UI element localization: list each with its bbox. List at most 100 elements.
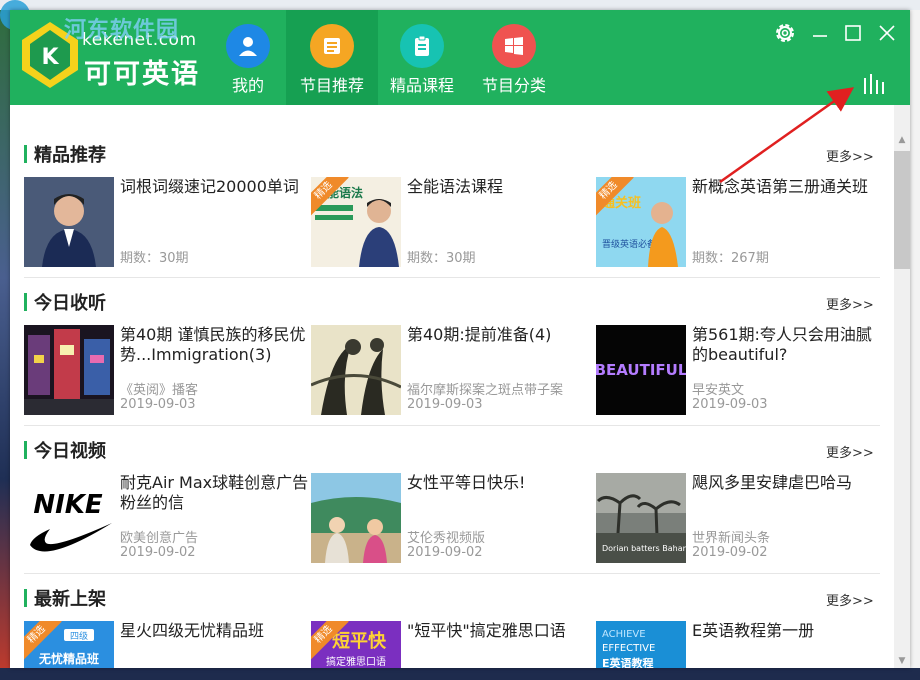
card-episodes: 期数：30期 [120,251,189,266]
section-title: 最新上架 [34,589,106,610]
scrollbar-thumb[interactable] [894,151,910,269]
thumb-text: 无忧精品班 [38,651,99,666]
nav-tab-categories[interactable]: 节目分类 [468,10,560,105]
card-program: 《英阅》播客 [120,383,199,398]
scroll-down-icon[interactable]: ▼ [894,654,910,668]
card-thumbnail: 短平快 搞定雅思口语 精选 [311,621,401,668]
windows-grid-icon [492,24,536,68]
nav-tab-label: 节目分类 [481,76,546,95]
card-date: 2019-09-03 [407,397,483,412]
card-thumbnail: ACHIEVE EFFECTIVE E英语教程 [596,621,686,668]
course-card[interactable]: 全能语法 精选 全能语法课程 期数：30期 [311,177,597,267]
section-title: 今日收听 [34,293,106,314]
desktop-right-strip [910,10,920,680]
more-link[interactable]: 更多>> [826,146,874,165]
course-card[interactable]: 短平快 搞定雅思口语 精选 "短平快"搞定雅思口语 [311,621,597,668]
course-card[interactable]: 词根词缀速记20000单词 期数：30期 [24,177,310,267]
card-program: 艾伦秀视频版 [407,531,486,546]
card-date: 2019-09-02 [692,545,768,560]
app-name: 可可英语 [84,59,200,90]
thumb-text: 四级 [70,630,88,642]
section-title: 精品推荐 [34,145,106,166]
course-card[interactable]: 四级 无忧精品班 精选 星火四级无忧精品班 [24,621,310,668]
desktop-left-strip [0,10,10,680]
list-icon [310,24,354,68]
section-divider [24,425,880,426]
section-divider [24,277,880,278]
card-program: 世界新闻头条 [692,531,771,546]
section-accent-bar [24,293,27,311]
section-accent-bar [24,441,27,459]
svg-text:K: K [41,45,59,70]
user-icon [226,24,270,68]
minimize-icon[interactable] [807,20,833,46]
audio-card[interactable]: 第40期 谨慎民族的移民优势...Immigration(3) 《英阅》播客 2… [24,325,310,415]
thumb-text: 搞定雅思口语 [326,655,386,668]
card-thumbnail: 全能语法 精选 [311,177,401,267]
card-episodes: 期数：30期 [407,251,476,266]
nav-tab-my[interactable]: 我的 [202,10,294,105]
settings-icon[interactable] [772,20,798,46]
clipboard-icon [400,24,444,68]
maximize-icon[interactable] [840,20,866,46]
bar-stats-icon[interactable] [862,72,892,96]
card-title: "短平快"搞定雅思口语 [407,621,566,640]
card-date: 2019-09-02 [407,545,483,560]
video-card[interactable]: Dorian batters Bahamas 飓风多里安肆虐巴哈马 世界新闻头条… [596,473,882,563]
scroll-up-icon[interactable]: ▲ [894,133,910,147]
card-title: 第40期 谨慎民族的移民优势...Immigration(3) [120,325,306,364]
more-link[interactable]: 更多>> [826,442,874,461]
card-title: 新概念英语第三册通关班 [692,177,869,196]
thumb-text: EFFECTIVE [602,643,655,654]
card-title: 耐克Air Max球鞋创意广告粉丝的信 [120,473,309,512]
thumb-text: 晋级英语必备 [602,238,656,250]
card-episodes: 期数：267期 [692,251,769,266]
card-title: 第561期:夸人只会用油腻的beautiful? [692,325,872,364]
content-area: 精品推荐 更多>> 词根词缀速记20000单词 期数：30期 全能语法 精选 全… [10,105,910,668]
video-card[interactable]: NIKE 耐克Air Max球鞋创意广告粉丝的信 欧美创意广告 2019-09-… [24,473,310,563]
card-date: 2019-09-03 [692,397,768,412]
desktop-taskbar-strip [0,668,920,680]
thumb-text: NIKE [33,490,103,520]
close-icon[interactable] [874,20,900,46]
thumb-text: ACHIEVE [602,629,646,640]
card-thumbnail: 通关班 晋级英语必备 精选 [596,177,686,267]
audio-card[interactable]: 第40期:提前准备(4) 福尔摩斯探案之斑点带子案 2019-09-03 [311,325,597,415]
app-window: K kekenet.com 可可英语 我的 节目推荐 精品课程 节目分类 精品推… [10,10,910,668]
nav-tab-label: 节目推荐 [299,76,364,95]
card-title: E英语教程第一册 [692,621,815,640]
watermark-text: 河东软件园 [64,18,180,43]
card-thumbnail: Dorian batters Bahamas [596,473,686,563]
card-title: 全能语法课程 [407,177,504,196]
section-title: 今日视频 [34,441,106,462]
nav-tab-recommend[interactable]: 节目推荐 [286,10,378,105]
nav-tab-courses[interactable]: 精品课程 [376,10,468,105]
card-thumbnail: 四级 无忧精品班 精选 [24,621,114,668]
card-date: 2019-09-03 [120,397,196,412]
card-thumbnail [311,325,401,415]
card-program: 福尔摩斯探案之斑点带子案 [407,383,564,398]
thumb-text: BEAUTIFUL [596,361,686,379]
more-link[interactable]: 更多>> [826,294,874,313]
card-program: 早安英文 [692,383,745,398]
section-divider [24,573,880,574]
card-date: 2019-09-02 [120,545,196,560]
section-accent-bar [24,589,27,607]
card-title: 第40期:提前准备(4) [407,325,552,344]
course-card[interactable]: ACHIEVE EFFECTIVE E英语教程 E英语教程第一册 [596,621,882,668]
card-title: 飓风多里安肆虐巴哈马 [692,473,853,492]
video-card[interactable]: 女性平等日快乐! 艾伦秀视频版 2019-09-02 [311,473,597,563]
card-thumbnail [311,473,401,563]
desktop-top-strip [0,0,920,10]
card-title: 星火四级无忧精品班 [120,621,265,640]
nav-tab-label: 我的 [231,76,264,95]
course-card[interactable]: 通关班 晋级英语必备 精选 新概念英语第三册通关班 期数：267期 [596,177,882,267]
more-link[interactable]: 更多>> [826,590,874,609]
card-title: 词根词缀速记20000单词 [120,177,299,196]
card-title: 女性平等日快乐! [407,473,526,492]
audio-card[interactable]: BEAUTIFUL 第561期:夸人只会用油腻的beautiful? 早安英文 … [596,325,882,415]
card-thumbnail [24,325,114,415]
card-thumbnail: NIKE [24,473,114,563]
card-thumbnail [24,177,114,267]
thumb-text: Dorian batters Bahamas [602,544,686,553]
